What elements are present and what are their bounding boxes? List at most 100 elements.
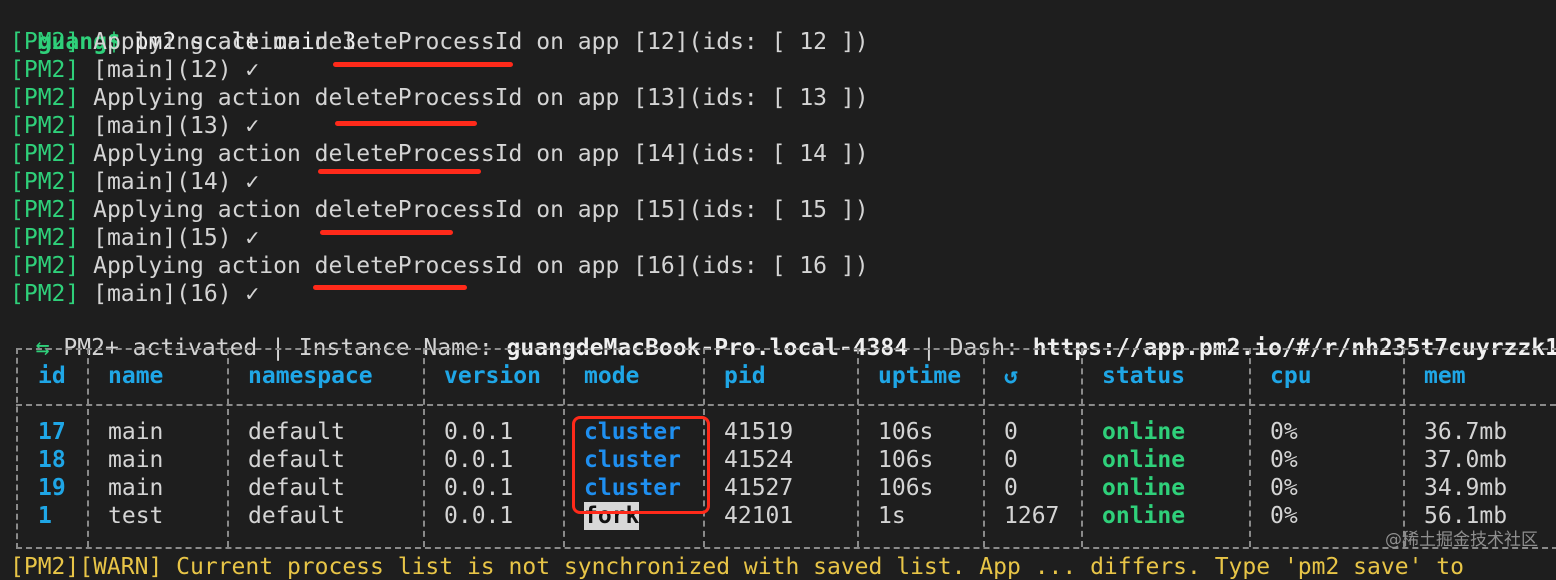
header-name: name [108,363,164,389]
pm2-tag: [PM2] [10,141,80,167]
cell-restarts: 0 [1004,475,1018,501]
cell-uptime: 1s [878,503,906,529]
cell-status: online [1102,475,1186,501]
column-divider [983,348,985,547]
header-mem: mem [1424,363,1466,389]
pm2-tag: [PM2] [10,225,80,251]
cell-namespace: default [248,503,345,529]
output-text: Applying action deleteProcessId on app [… [93,141,869,167]
pm2-tag: [PM2] [10,169,80,195]
output-line: [PM2] [main](16) ✓ [10,280,259,308]
column-divider [1403,348,1405,547]
cell-status: online [1102,419,1186,445]
warn-line: [PM2][WARN] Current process list is not … [10,554,1464,580]
output-line: [PM2] [main](15) ✓ [10,224,259,252]
output-line: [PM2] [main](13) ✓ [10,112,259,140]
cell-id: 17 [38,419,66,445]
annotation-underline [313,285,467,290]
annotation-underline [318,169,481,174]
annotation-box [572,416,710,514]
output-text: [main](15) ✓ [93,225,260,251]
cell-restarts: 0 [1004,419,1018,445]
cell-pid: 42101 [724,503,794,529]
cell-pid: 41527 [724,475,794,501]
cell-pid: 41519 [724,419,794,445]
cell-version: 0.0.1 [444,503,514,529]
header-uptime: uptime [878,363,962,389]
output-text: Applying action deleteProcessId on app [… [93,29,869,55]
pm2-tag: [PM2] [10,253,80,279]
pm2-tag: [PM2] [10,281,80,307]
output-line: [PM2] [main](12) ✓ [10,56,259,84]
annotation-underline [333,62,513,67]
header-id: id [38,363,66,389]
pm2-tag: [PM2] [10,197,80,223]
output-line: [PM2] Applying action deleteProcessId on… [10,140,869,168]
output-line: [PM2] [main](14) ✓ [10,168,259,196]
cell-version: 0.0.1 [444,419,514,445]
column-divider [857,348,859,547]
warn-text: [PM2][WARN] Current process list is not … [10,554,1464,580]
column-divider [227,348,229,547]
cell-status: online [1102,503,1186,529]
header-pid: pid [724,363,766,389]
output-text: Applying action deleteProcessId on app [… [93,197,869,223]
cell-namespace: default [248,419,345,445]
cell-mem: 37.0mb [1424,447,1508,473]
column-divider [1249,348,1251,547]
output-text: Applying action deleteProcessId on app [… [93,85,869,111]
cell-version: 0.0.1 [444,475,514,501]
output-text: Applying action deleteProcessId on app [… [93,253,869,279]
pm2-plus-line: ⇆ PM2+ activated | Instance Name: guangd… [8,306,1556,361]
cell-name: main [108,447,164,473]
annotation-underline [320,230,453,235]
output-line: [PM2] Applying action deleteProcessId on… [10,196,869,224]
header-version: version [444,363,541,389]
header-restarts-icon: ↺ [1004,363,1018,389]
cell-cpu: 0% [1270,503,1298,529]
header-cpu: cpu [1270,363,1312,389]
column-divider [423,348,425,547]
annotation-underline [335,121,477,126]
pm2-tag: [PM2] [10,57,80,83]
cell-mem: 36.7mb [1424,419,1508,445]
cell-name: main [108,419,164,445]
cell-restarts: 0 [1004,447,1018,473]
output-text: [main](14) ✓ [93,169,260,195]
watermark: @稀土掘金技术社区 [1385,530,1538,550]
output-line: [PM2] Applying action deleteProcessId on… [10,28,869,56]
cell-pid: 41524 [724,447,794,473]
cell-restarts: 1267 [1004,503,1060,529]
cell-id: 1 [38,503,52,529]
cell-version: 0.0.1 [444,447,514,473]
cell-id: 18 [38,447,66,473]
pm2-tag: [PM2] [10,113,80,139]
cell-uptime: 106s [878,447,934,473]
header-divider [16,404,1556,406]
output-line: [PM2] Applying action deleteProcessId on… [10,252,869,280]
cell-name: test [108,503,164,529]
output-text: [main](16) ✓ [93,281,260,307]
column-divider [563,348,565,547]
cell-cpu: 0% [1270,419,1298,445]
column-divider [1081,348,1083,547]
pm2-tag: [PM2] [10,85,80,111]
column-divider [87,348,89,547]
pm2-tag: [PM2] [10,29,80,55]
cell-mem: 34.9mb [1424,475,1508,501]
header-mode: mode [584,363,640,389]
cell-cpu: 0% [1270,447,1298,473]
cell-namespace: default [248,447,345,473]
prompt-line: guang$ pm2 scale main 3 [10,0,357,55]
header-namespace: namespace [248,363,373,389]
cell-uptime: 106s [878,475,934,501]
output-line: [PM2] Applying action deleteProcessId on… [10,84,869,112]
output-text: [main](13) ✓ [93,113,260,139]
cell-namespace: default [248,475,345,501]
cell-name: main [108,475,164,501]
cell-id: 19 [38,475,66,501]
output-text: [main](12) ✓ [93,57,260,83]
cell-cpu: 0% [1270,475,1298,501]
cell-status: online [1102,447,1186,473]
cell-uptime: 106s [878,419,934,445]
